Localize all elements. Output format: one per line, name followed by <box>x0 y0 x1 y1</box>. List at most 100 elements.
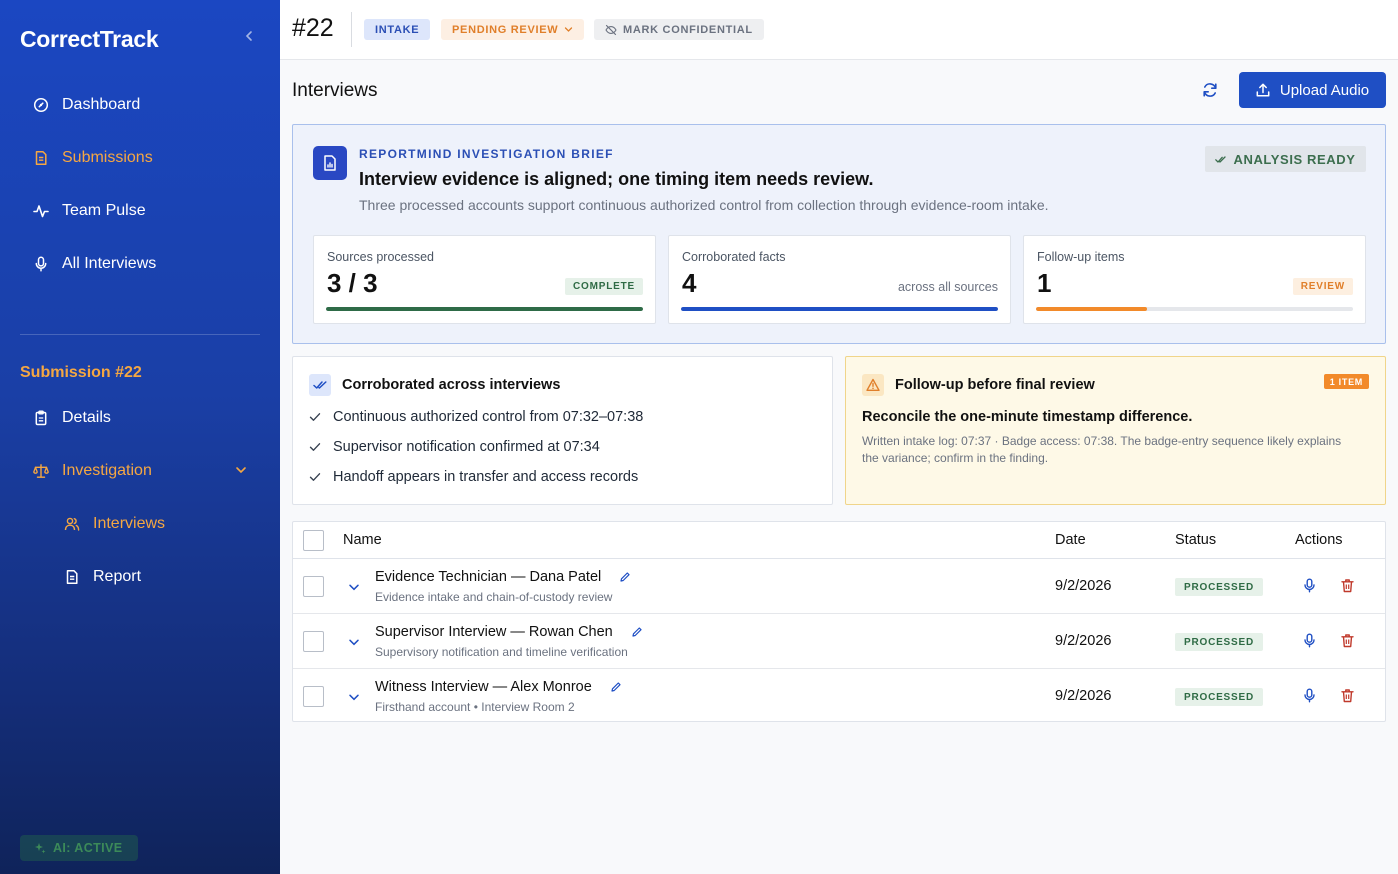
nav-submissions-label: Submissions <box>62 149 153 166</box>
microphone-icon <box>33 256 49 272</box>
interview-name-text: Witness Interview — Alex Monroe <box>375 679 592 695</box>
case-number: #22 <box>292 14 334 42</box>
expand-chevron-icon[interactable] <box>348 690 360 702</box>
nav-team-pulse-label: Team Pulse <box>62 202 146 219</box>
status-badge: PROCESSED <box>1175 633 1263 651</box>
nav-all-interviews[interactable]: All Interviews <box>20 244 260 284</box>
table-row: Evidence Technician — Dana Patel Evidenc… <box>293 559 1385 614</box>
complete-pill: COMPLETE <box>565 278 643 295</box>
sidebar-divider <box>20 334 260 335</box>
nav-report[interactable]: Report <box>20 557 260 597</box>
header-status: Status <box>1175 532 1217 548</box>
analysis-ready-badge: ANALYSIS READY <box>1205 146 1366 172</box>
progress-track <box>681 307 998 311</box>
edit-pencil-icon[interactable] <box>631 626 643 638</box>
analysis-ready-label: ANALYSIS READY <box>1233 151 1356 167</box>
stat-value: 4 <box>682 268 697 298</box>
select-all-checkbox[interactable] <box>303 530 324 551</box>
edit-pencil-icon[interactable] <box>619 571 631 583</box>
stat-value: 3 / 3 <box>327 268 378 298</box>
pending-review-label: PENDING REVIEW <box>452 23 559 36</box>
table-row: Witness Interview — Alex Monroe Firsthan… <box>293 669 1385 724</box>
corroborated-panel: Corroborated across interviews Continuou… <box>292 356 833 505</box>
document-icon <box>33 150 49 166</box>
upload-icon <box>1256 83 1270 97</box>
page-title: Interviews <box>292 80 378 101</box>
stat-label: Sources processed <box>327 250 435 264</box>
interview-date: 9/2/2026 <box>1055 688 1112 704</box>
row-checkbox[interactable] <box>303 686 324 707</box>
dashboard-icon <box>33 97 49 113</box>
microphone-icon[interactable] <box>1302 578 1317 593</box>
trash-icon[interactable] <box>1340 688 1355 703</box>
investigation-brief: REPORTMIND INVESTIGATION BRIEF Interview… <box>292 124 1386 344</box>
expand-chevron-icon[interactable] <box>348 635 360 647</box>
check-icon <box>309 441 321 453</box>
people-icon <box>64 516 80 532</box>
stat-follow-up-items: Follow-up items 1 REVIEW <box>1023 235 1366 324</box>
follow-up-headline: Reconcile the one-minute timestamp diffe… <box>862 409 1193 425</box>
table-header: Name Date Status Actions <box>293 522 1385 559</box>
interview-name-text: Supervisor Interview — Rowan Chen <box>375 624 613 640</box>
upload-audio-label: Upload Audio <box>1279 81 1370 99</box>
report-icon <box>313 146 347 180</box>
chevron-down-icon <box>564 25 573 34</box>
upload-audio-button[interactable]: Upload Audio <box>1239 72 1386 108</box>
corroborated-item-text: Supervisor notification confirmed at 07:… <box>333 439 600 455</box>
nav-submissions[interactable]: Submissions <box>20 138 260 178</box>
trash-icon[interactable] <box>1340 633 1355 648</box>
header-name: Name <box>343 532 382 548</box>
chevron-down-icon[interactable] <box>234 463 248 477</box>
trash-icon[interactable] <box>1340 578 1355 593</box>
interview-description: Evidence intake and chain-of-custody rev… <box>375 590 613 604</box>
follow-up-panel: Follow-up before final review 1 ITEM Rec… <box>845 356 1386 505</box>
expand-chevron-icon[interactable] <box>348 580 360 592</box>
progress-fill <box>326 307 643 311</box>
corroborated-item-text: Handoff appears in transfer and access r… <box>333 469 639 485</box>
refresh-icon[interactable] <box>1201 81 1219 99</box>
interview-description: Firsthand account • Interview Room 2 <box>375 700 575 714</box>
collapse-sidebar-icon[interactable] <box>240 27 258 45</box>
review-pill: REVIEW <box>1292 278 1353 295</box>
topbar-separator <box>351 12 352 47</box>
nav-details[interactable]: Details <box>20 398 260 438</box>
check-icon <box>309 411 321 423</box>
nav-team-pulse[interactable]: Team Pulse <box>20 191 260 231</box>
clipboard-icon <box>33 410 49 426</box>
progress-fill <box>681 307 998 311</box>
nav-investigation[interactable]: Investigation <box>20 451 260 491</box>
intake-tag-label: INTAKE <box>375 23 420 36</box>
stat-label: Follow-up items <box>1037 250 1125 264</box>
item-count-badge: 1 ITEM <box>1323 374 1369 389</box>
interviews-table: Name Date Status Actions Evidence Techni… <box>292 521 1386 722</box>
follow-up-body: Written intake log: 07:37 · Badge access… <box>862 434 1342 465</box>
double-check-icon <box>1215 154 1227 165</box>
submission-section-title: Submission #22 <box>20 364 142 381</box>
interview-name-text: Evidence Technician — Dana Patel <box>375 569 602 585</box>
row-checkbox[interactable] <box>303 631 324 652</box>
pulse-icon <box>33 203 49 219</box>
stat-corroborated-facts: Corroborated facts 4 across all sources <box>668 235 1011 324</box>
pending-review-dropdown[interactable]: PENDING REVIEW <box>441 19 585 40</box>
nav-interviews-label: Interviews <box>93 515 166 532</box>
mark-confidential-button[interactable]: MARK CONFIDENTIAL <box>594 19 764 40</box>
nav-interviews[interactable]: Interviews <box>20 504 260 544</box>
sidebar: CorrectTrack Dashboard Submissions Team … <box>0 0 280 874</box>
corroborated-item: Handoff appears in transfer and access r… <box>309 469 638 485</box>
microphone-icon[interactable] <box>1302 633 1317 648</box>
corroborated-item: Supervisor notification confirmed at 07:… <box>309 439 600 455</box>
double-check-icon <box>309 374 331 396</box>
nav-dashboard[interactable]: Dashboard <box>20 85 260 125</box>
progress-track <box>326 307 643 311</box>
stat-label: Corroborated facts <box>682 250 786 264</box>
microphone-icon[interactable] <box>1302 688 1317 703</box>
interview-date: 9/2/2026 <box>1055 578 1112 594</box>
scale-icon <box>33 463 49 479</box>
progress-fill <box>1036 307 1147 311</box>
brief-subtext: Three processed accounts support continu… <box>359 197 1049 213</box>
row-checkbox[interactable] <box>303 576 324 597</box>
follow-up-title: Follow-up before final review <box>895 377 1095 393</box>
edit-pencil-icon[interactable] <box>610 681 622 693</box>
document-icon <box>64 569 80 585</box>
interview-name: Witness Interview — Alex Monroe <box>375 679 622 695</box>
